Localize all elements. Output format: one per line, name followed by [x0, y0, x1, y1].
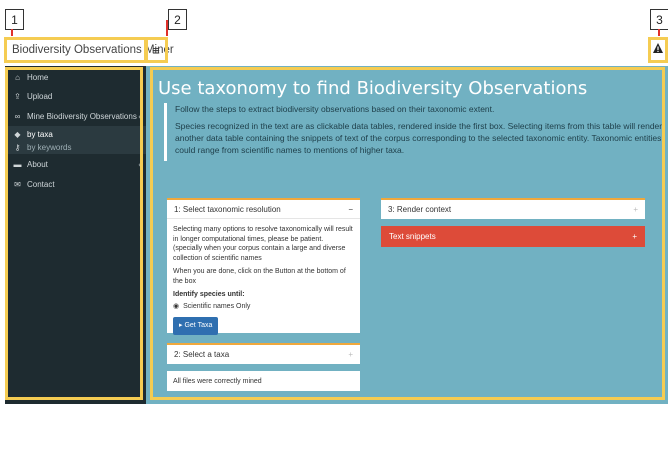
sidebar-item-label: by taxa — [27, 130, 53, 139]
sidebar-item-by-keywords[interactable]: ⚷ by keywords — [13, 143, 141, 152]
hamburger-icon[interactable]: ≡ — [146, 40, 166, 60]
tag-icon: ◆ — [14, 130, 21, 139]
sidebar-item-by-taxa[interactable]: ◆ by taxa — [13, 130, 141, 139]
box-title: 2: Select a taxa — [174, 350, 230, 359]
box-text: When you are done, click on the Button a… — [173, 268, 346, 285]
folder-icon: ▬ — [13, 160, 22, 169]
radio-checked-icon: ◉ — [173, 302, 180, 310]
identify-label: Identify species until: — [173, 291, 245, 298]
sidebar-item-label: by keywords — [27, 143, 72, 152]
box-title: 1: Select taxonomic resolution — [174, 204, 281, 214]
callout-2: 2 — [168, 9, 187, 30]
key-icon: ⚷ — [14, 143, 21, 152]
cursor-icon: ▸ — [179, 322, 183, 329]
binoculars-icon: ∞ — [14, 112, 21, 121]
chevron-left-icon: ‹ — [138, 160, 141, 169]
sidebar-item-label: About — [27, 160, 48, 169]
sidebar-item-upload[interactable]: ⇪ Upload — [13, 92, 141, 101]
envelope-icon: ✉ — [14, 180, 21, 189]
status-message: All files were correctly mined — [167, 371, 360, 391]
sidebar-item-contact[interactable]: ✉ Contact — [13, 180, 141, 189]
warning-icon[interactable] — [652, 42, 666, 58]
sidebar: ⌂ Home ⇪ Upload ∞ Mine Biodiversity Obse… — [5, 66, 146, 404]
sidebar-item-label: Home — [27, 73, 49, 82]
sidebar-item-label: Contact — [27, 180, 55, 189]
intro-paragraph-1: Follow the steps to extract biodiversity… — [175, 104, 495, 114]
sidebar-item-label: Mine Biodiversity Observations — [27, 112, 137, 121]
home-icon: ⌂ — [15, 73, 20, 82]
chevron-left-icon: ‹ — [138, 112, 141, 121]
page-footer-area — [0, 404, 668, 453]
collapse-button[interactable]: − — [348, 205, 353, 214]
sidebar-item-mine[interactable]: ∞ Mine Biodiversity Observations ‹ — [13, 112, 141, 121]
box-text: Selecting many options to resolve taxono… — [173, 226, 353, 262]
upload-icon: ⇪ — [14, 92, 21, 101]
box-taxonomic-resolution: 1: Select taxonomic resolution − Selecti… — [167, 198, 360, 335]
sidebar-item-label: Upload — [27, 92, 53, 101]
sidebar-item-about[interactable]: ▬ About ‹ — [13, 160, 142, 169]
expand-button[interactable]: + — [348, 350, 353, 359]
text-snippets-box[interactable]: Text snippets + — [381, 226, 645, 247]
intro-paragraph-2: Species recognized in the text are as cl… — [175, 121, 663, 155]
radio-label: Scientific names Only — [183, 302, 251, 310]
box-title: Text snippets — [389, 232, 436, 241]
box-select-taxa: 2: Select a taxa + — [167, 343, 360, 364]
expand-button[interactable]: + — [632, 232, 637, 241]
callout-3: 3 — [650, 9, 668, 30]
box-render-context: 3: Render context + — [381, 198, 645, 219]
callout-1: 1 — [5, 9, 24, 30]
button-label: Get Taxa — [184, 322, 213, 329]
expand-button[interactable]: + — [633, 205, 638, 214]
intro-blockquote: Follow the steps to extract biodiversity… — [164, 103, 665, 161]
sidebar-item-home[interactable]: ⌂ Home — [13, 73, 141, 82]
page-title: Use taxonomy to find Biodiversity Observ… — [158, 78, 588, 99]
box-title: 3: Render context — [388, 205, 452, 214]
get-taxa-button[interactable]: ▸ Get Taxa — [173, 317, 219, 335]
radio-scientific-names[interactable]: ◉ Scientific names Only — [173, 302, 354, 312]
